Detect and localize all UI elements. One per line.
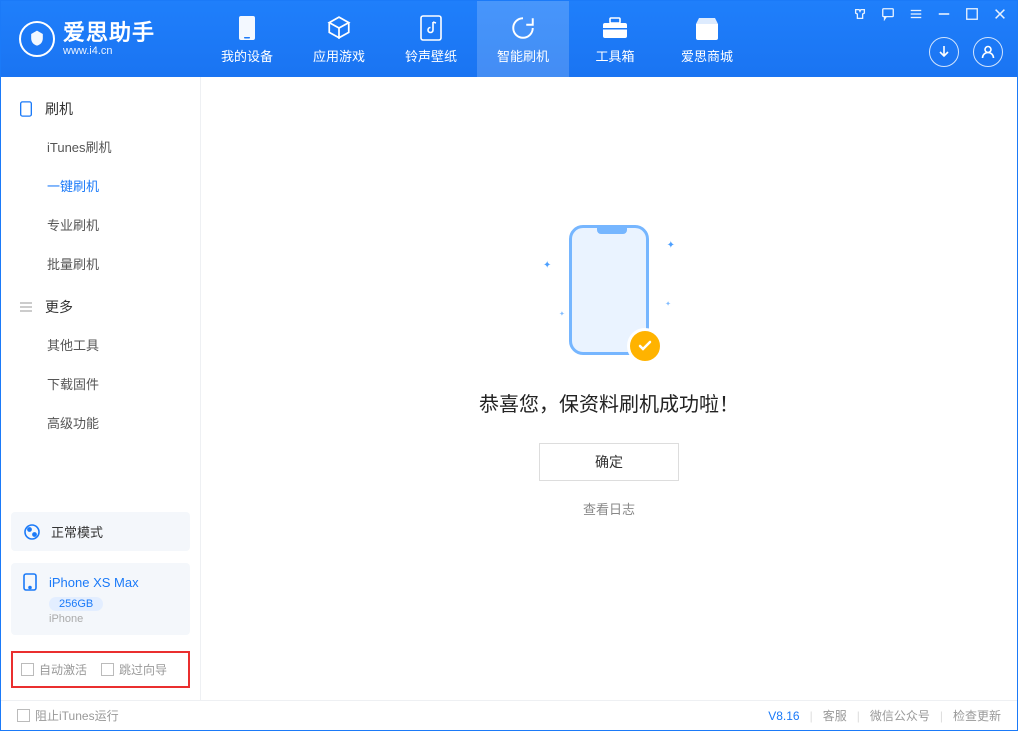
footer-right: V8.16 | 客服 | 微信公众号 | 检查更新 xyxy=(768,707,1001,724)
footer: 阻止iTunes运行 V8.16 | 客服 | 微信公众号 | 检查更新 xyxy=(1,700,1017,730)
skin-icon[interactable] xyxy=(853,7,867,21)
tab-my-device[interactable]: 我的设备 xyxy=(201,1,293,77)
tab-label: 铃声壁纸 xyxy=(405,46,457,65)
device-phone-icon xyxy=(23,573,41,591)
tab-store[interactable]: 爱思商城 xyxy=(661,1,753,77)
sidebar-item-itunes-flash[interactable]: iTunes刷机 xyxy=(1,127,200,166)
checkbox-label: 阻止iTunes运行 xyxy=(35,707,119,724)
nav-tabs: 我的设备 应用游戏 铃声壁纸 智能刷机 xyxy=(201,1,753,77)
version-label: V8.16 xyxy=(768,709,799,723)
tab-label: 应用游戏 xyxy=(313,46,365,65)
sidebar-item-download-firmware[interactable]: 下载固件 xyxy=(1,364,200,403)
sidebar: 刷机 iTunes刷机 一键刷机 专业刷机 批量刷机 更多 其他工具 下载固件 … xyxy=(1,77,201,700)
sidebar-more-section: 更多 其他工具 下载固件 高级功能 xyxy=(1,289,200,448)
refresh-shield-icon xyxy=(510,14,536,42)
sidebar-header-label: 更多 xyxy=(45,297,73,317)
device-icon xyxy=(238,14,256,42)
close-icon[interactable] xyxy=(993,7,1007,21)
footer-link-update[interactable]: 检查更新 xyxy=(953,707,1001,724)
checkbox-block-itunes[interactable]: 阻止iTunes运行 xyxy=(17,707,119,724)
ok-button[interactable]: 确定 xyxy=(539,443,679,481)
maximize-icon[interactable] xyxy=(965,7,979,21)
tab-apps-games[interactable]: 应用游戏 xyxy=(293,1,385,77)
body: 刷机 iTunes刷机 一键刷机 专业刷机 批量刷机 更多 其他工具 下载固件 … xyxy=(1,77,1017,700)
tab-ringtone-wallpaper[interactable]: 铃声壁纸 xyxy=(385,1,477,77)
app-logo-icon xyxy=(19,21,55,57)
tab-smart-flash[interactable]: 智能刷机 xyxy=(477,1,569,77)
logo-area: 爱思助手 www.i4.cn xyxy=(1,21,201,57)
tab-label: 我的设备 xyxy=(221,46,273,65)
user-button[interactable] xyxy=(973,37,1003,67)
app-subtitle: www.i4.cn xyxy=(63,45,155,57)
success-message: 恭喜您，保资料刷机成功啦！ xyxy=(479,388,739,417)
footer-left: 阻止iTunes运行 xyxy=(17,707,119,724)
checkbox-icon xyxy=(101,663,114,676)
tab-label: 工具箱 xyxy=(595,46,634,65)
main-content: ✦ ✦ ✦ ✦ 恭喜您，保资料刷机成功啦！ 确定 查看日志 xyxy=(201,77,1017,700)
footer-link-wechat[interactable]: 微信公众号 xyxy=(870,707,930,724)
sidebar-item-pro-flash[interactable]: 专业刷机 xyxy=(1,205,200,244)
cube-icon xyxy=(326,14,352,42)
hamburger-icon xyxy=(19,299,35,315)
check-badge-icon xyxy=(627,328,663,364)
feedback-icon[interactable] xyxy=(881,7,895,21)
checkbox-skip-guide[interactable]: 跳过向导 xyxy=(101,661,167,678)
result-area: ✦ ✦ ✦ ✦ 恭喜您，保资料刷机成功啦！ 确定 查看日志 xyxy=(479,220,739,518)
checkbox-label: 跳过向导 xyxy=(119,661,167,678)
header-actions xyxy=(929,37,1003,67)
view-log-link[interactable]: 查看日志 xyxy=(583,499,635,518)
checkbox-icon xyxy=(17,709,30,722)
header: 爱思助手 www.i4.cn 我的设备 应用游戏 铃声壁 xyxy=(1,1,1017,77)
sparkle-icon: ✦ xyxy=(559,310,565,318)
tab-label: 智能刷机 xyxy=(497,46,549,65)
checkbox-label: 自动激活 xyxy=(39,661,87,678)
window-controls xyxy=(853,7,1007,21)
device-name: iPhone XS Max xyxy=(49,575,139,590)
sparkle-icon: ✦ xyxy=(665,300,671,308)
tab-toolbox[interactable]: 工具箱 xyxy=(569,1,661,77)
tab-label: 爱思商城 xyxy=(681,46,733,65)
sidebar-item-advanced[interactable]: 高级功能 xyxy=(1,403,200,442)
sidebar-more-header: 更多 xyxy=(1,289,200,325)
store-icon xyxy=(694,14,720,42)
device-type: iPhone xyxy=(49,613,178,625)
mode-card[interactable]: 正常模式 xyxy=(11,512,190,551)
checkbox-icon xyxy=(21,663,34,676)
mode-label: 正常模式 xyxy=(51,522,103,541)
flash-options-highlighted: 自动激活 跳过向导 xyxy=(11,651,190,688)
device-storage-badge: 256GB xyxy=(49,597,103,611)
sidebar-flash-section: 刷机 iTunes刷机 一键刷机 专业刷机 批量刷机 xyxy=(1,91,200,289)
sidebar-item-oneclick-flash[interactable]: 一键刷机 xyxy=(1,166,200,205)
sparkle-icon: ✦ xyxy=(543,260,551,271)
music-file-icon xyxy=(420,14,442,42)
app-window: 爱思助手 www.i4.cn 我的设备 应用游戏 铃声壁 xyxy=(0,0,1018,731)
toolbox-icon xyxy=(602,14,628,42)
app-title: 爱思助手 xyxy=(63,21,155,45)
success-illustration: ✦ ✦ ✦ ✦ xyxy=(529,220,689,370)
phone-icon xyxy=(19,101,35,117)
sidebar-item-batch-flash[interactable]: 批量刷机 xyxy=(1,244,200,283)
sidebar-header-label: 刷机 xyxy=(45,99,73,119)
mode-icon xyxy=(23,523,41,541)
download-button[interactable] xyxy=(929,37,959,67)
device-card[interactable]: iPhone XS Max 256GB iPhone xyxy=(11,563,190,635)
sidebar-flash-header: 刷机 xyxy=(1,91,200,127)
footer-link-support[interactable]: 客服 xyxy=(823,707,847,724)
sparkle-icon: ✦ xyxy=(667,240,675,251)
checkbox-auto-activate[interactable]: 自动激活 xyxy=(21,661,87,678)
menu-icon[interactable] xyxy=(909,7,923,21)
sidebar-item-other-tools[interactable]: 其他工具 xyxy=(1,325,200,364)
minimize-icon[interactable] xyxy=(937,7,951,21)
